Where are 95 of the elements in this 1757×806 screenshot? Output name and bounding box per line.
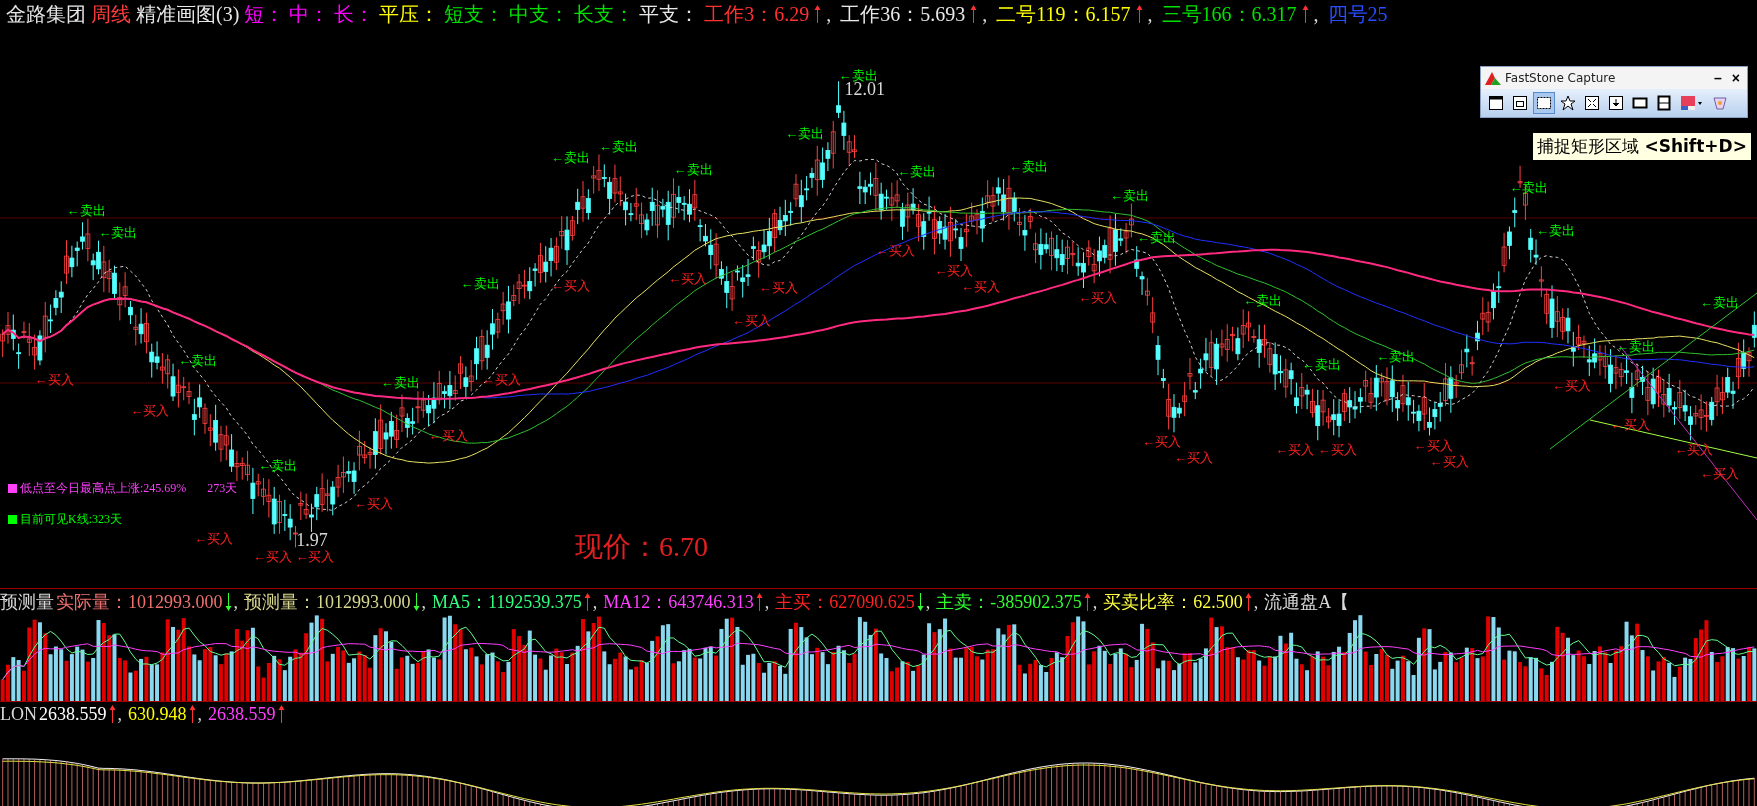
sell-signal-label: ←卖出: [1008, 159, 1048, 175]
indicator-label: 主买：627090.625: [775, 591, 915, 614]
indicator-label: 流通盘A【: [1264, 591, 1350, 614]
indicator-label: 实际量：1012993.000: [56, 591, 223, 614]
sell-signal-label: ←卖出: [897, 164, 937, 180]
buy-signal-label: ←买入: [1429, 453, 1469, 469]
buy-signal-label: ←买入: [551, 278, 591, 294]
indicator-label: 平压：: [379, 1, 440, 27]
indicator-label: 2638.559: [208, 703, 276, 725]
indicator-label: 预测量：1012993.000: [244, 591, 411, 614]
indicator-label: 买卖比率：62.500: [1103, 591, 1243, 614]
separator-comma: ,: [197, 703, 202, 725]
sell-signal-label: ←卖出: [178, 353, 218, 369]
indicator-label: 四号25: [1327, 1, 1388, 27]
buy-signal-label: ←买入: [1552, 378, 1591, 394]
buy-signal-label: ←买入: [934, 263, 974, 278]
buy-signal-label: ←买入: [194, 531, 234, 547]
buy-signal-label: ←买入: [1317, 442, 1357, 458]
separator-comma: ,: [117, 703, 122, 725]
buy-signal-label: ←买入: [1413, 437, 1453, 453]
separator-comma: ,: [982, 2, 988, 26]
buy-signal-label: ←买入: [34, 371, 74, 387]
window-title: FastStone Capture: [1505, 71, 1617, 85]
buy-signal-label: ←买入: [130, 403, 170, 418]
buy-signal-label: ←买入: [295, 549, 335, 565]
sell-signal-label: ←卖出: [1110, 187, 1150, 203]
indicator-label: 主卖：-385902.375: [936, 591, 1082, 614]
separator-comma: ,: [233, 591, 238, 613]
buy-signal-label: ←买入: [961, 279, 1001, 294]
indicator-label: 平支：: [639, 1, 700, 27]
indicator-label: 2638.559: [39, 703, 107, 725]
sell-signal-label: ←卖出: [1243, 293, 1283, 309]
separator-comma: ,: [764, 591, 770, 613]
sell-signal-label: ←卖出: [1615, 339, 1655, 355]
separator-comma: ,: [1092, 591, 1098, 613]
chart-note: 273天: [207, 480, 238, 497]
indicator-label: 三号166：6.317: [1161, 1, 1297, 27]
buy-signal-label: ←买入: [1174, 450, 1213, 466]
indicator-label: 短：: [244, 1, 285, 27]
indicator-label: 630.948: [128, 703, 187, 725]
buy-signal-label: ←买入: [1142, 434, 1182, 450]
indicator-label: 中：: [289, 1, 330, 27]
sell-signal-label: ←卖出: [785, 126, 825, 142]
sell-signal-label: ←卖出: [380, 375, 420, 391]
separator-comma: ,: [592, 591, 598, 613]
sell-signal-label: ←卖出: [1136, 230, 1176, 246]
sell-signal-label: ←卖出: [1700, 295, 1739, 311]
separator-comma: ,: [925, 591, 931, 613]
buy-signal-label: ←买入: [428, 428, 468, 444]
indicator-label: 短支：: [444, 1, 505, 27]
indicator-label: 预测量: [0, 591, 54, 614]
sell-signal-label: ←卖出: [673, 162, 713, 178]
separator-comma: ,: [421, 591, 426, 613]
minimize-button[interactable]: –: [1711, 70, 1725, 86]
indicator-label: 长：: [334, 1, 375, 27]
sell-signal-label: ←卖出: [98, 224, 138, 240]
indicator-label: 中支：: [509, 1, 570, 27]
indicator-label: 二号119：6.157: [996, 1, 1131, 27]
tooltip: 捕捉矩形区域 <Shift+D>: [1533, 133, 1751, 160]
buy-signal-label: ←买入: [1700, 465, 1739, 481]
chart-note: 低点至今日最高点上涨:245.69%: [20, 480, 187, 497]
separator-comma: ,: [1253, 591, 1259, 613]
current-price-label: 现价：6.70: [575, 530, 708, 564]
sell-signal-label: ←卖出: [551, 150, 591, 166]
buy-signal-label: ←买入: [1275, 442, 1315, 458]
separator-comma: ,: [826, 2, 832, 26]
buy-signal-label: ←买入: [1674, 442, 1714, 458]
sell-signal-label: ←卖出: [1376, 349, 1416, 365]
indicator-label: 长支：: [574, 1, 635, 27]
indicator-label: 精准画图(3): [136, 1, 240, 28]
indicator-label: MA5：1192539.375: [432, 591, 582, 614]
indicator-label: 工作36：5.693: [840, 1, 966, 27]
sell-signal-label: ←卖出: [258, 457, 298, 473]
buy-signal-label: ←买入: [252, 549, 292, 565]
close-button[interactable]: ×: [1728, 70, 1743, 86]
buy-signal-label: ←买入: [668, 271, 708, 287]
separator-comma: ,: [1313, 2, 1319, 26]
sell-signal-label: ←卖出: [599, 138, 638, 154]
indicator-label: LON: [0, 703, 37, 725]
buy-signal-label: ←买入: [481, 371, 521, 387]
indicator-label: 工作3：6.29: [704, 1, 810, 27]
indicator-label: 周线: [91, 1, 131, 27]
buy-signal-label: ←买入: [354, 495, 394, 511]
chart-note: 目前可见K线:323天: [20, 511, 122, 528]
sell-signal-label: ←卖出: [66, 202, 106, 218]
buy-signal-label: ←买入: [758, 279, 798, 295]
separator-comma: ,: [1147, 2, 1153, 26]
buy-signal-label: ←买入: [732, 312, 772, 328]
buy-signal-label: ←买入: [1078, 290, 1118, 306]
indicator-label: MA12：643746.313: [603, 591, 754, 614]
sell-signal-label: ←卖出: [1301, 357, 1341, 373]
sell-signal-label: ←卖出: [460, 275, 500, 291]
sell-signal-label: ←卖出: [1536, 223, 1576, 239]
indicator-label: 金路集团: [6, 1, 86, 27]
low-price-label: 1.97: [296, 530, 328, 551]
